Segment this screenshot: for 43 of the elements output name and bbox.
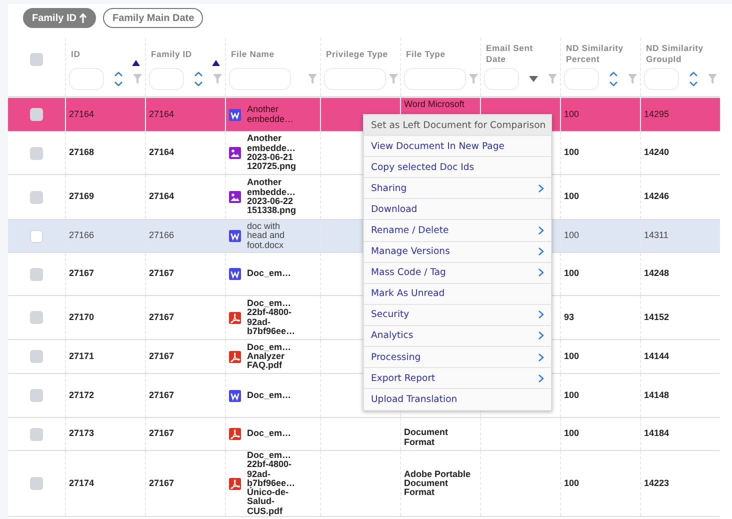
table-cell: 100: [564, 478, 580, 488]
table-cell: 14148: [644, 390, 670, 400]
table-cell: 27173: [69, 429, 94, 439]
table-cell: 27164: [149, 148, 174, 158]
table-cell: 14240: [644, 148, 670, 158]
table-cell: Word Microsoft: [404, 100, 464, 110]
table-cell: 27167: [149, 429, 174, 439]
table-cell: 27170: [69, 312, 94, 322]
table-cell: 14311: [644, 231, 668, 241]
table-cell: 27167: [149, 269, 174, 279]
table-cell: 27167: [149, 478, 174, 488]
table-cell: 14144: [644, 352, 670, 362]
table-cell: 100: [564, 110, 580, 120]
table-cell: 27166: [149, 231, 174, 241]
table-cell: 14246: [644, 192, 670, 202]
table-cell: 27171: [69, 352, 94, 362]
table-cell: 100: [564, 352, 580, 362]
table-cell: 27174: [69, 478, 94, 488]
table-cell: 27164: [149, 192, 174, 202]
table-cell: 14248: [644, 269, 670, 279]
table-cell: Adobe Portable Document Format: [404, 470, 471, 498]
table-cell: 14152: [644, 312, 670, 322]
table-cell: 27166: [69, 231, 94, 241]
table-cell: 27167: [149, 352, 174, 362]
table-cell: 100: [564, 269, 580, 279]
table-cell: 100: [564, 390, 580, 400]
table-cell: 27167: [149, 390, 174, 400]
table-cell: 27169: [69, 192, 94, 202]
table-cell: 100: [564, 192, 580, 202]
table-cell: 14295: [644, 110, 670, 120]
table-cell: 100: [564, 148, 580, 158]
table-cell: 27168: [69, 148, 94, 158]
table-cell: 27172: [69, 390, 94, 400]
table-cell: 27164: [149, 110, 174, 120]
table-cell: 27167: [69, 269, 94, 279]
table-cell: 14184: [644, 429, 670, 439]
table-cell: 14223: [644, 478, 670, 488]
table-cell: 27164: [69, 110, 94, 120]
table-cell: Document Format: [404, 428, 448, 447]
table-cell: 93: [564, 312, 574, 322]
table-cell: 100: [564, 231, 580, 241]
table-cell: 27167: [149, 312, 174, 322]
table-cell: 100: [564, 429, 580, 439]
